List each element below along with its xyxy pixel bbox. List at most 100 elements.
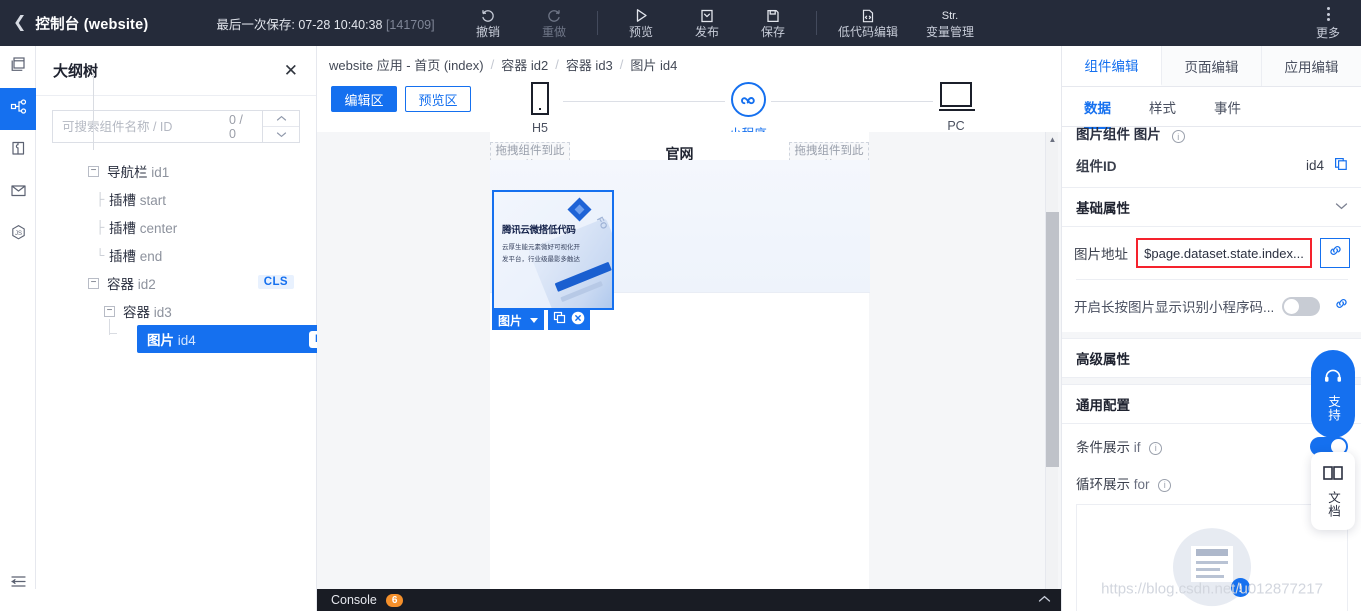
image-src-input[interactable]: $page.dataset.state.index...: [1136, 238, 1312, 268]
mode-buttons: 编辑区 预览区: [331, 86, 471, 112]
tree-branch-icon: ├: [95, 192, 105, 206]
undo-button[interactable]: 撤销: [455, 0, 521, 46]
breadcrumb-separator: /: [555, 56, 559, 72]
selected-component-label: 图片: [498, 313, 523, 328]
image-src-link-button[interactable]: [1320, 238, 1350, 268]
tree-item-label: 插槽 center: [109, 221, 178, 236]
save-icon: [765, 7, 781, 24]
tree-toggle-icon[interactable]: −: [104, 305, 115, 317]
loop-for-preview-box[interactable]: ! https://blog.csdn.net/u012877217: [1076, 504, 1348, 611]
chevron-down-icon[interactable]: [1335, 201, 1348, 213]
support-fab[interactable]: 支持: [1311, 350, 1355, 438]
tab-app-edit[interactable]: 应用编辑: [1262, 46, 1361, 86]
rail-item-outline-tree[interactable]: [0, 88, 36, 130]
selected-component-tag[interactable]: 图片: [492, 310, 545, 330]
search-input-wrapper[interactable]: 0 / 0: [52, 110, 262, 143]
tree-branch-icon: ├: [95, 220, 105, 234]
component-id-label: 组件ID: [1076, 159, 1117, 174]
tree-item-container-id2[interactable]: − 容器 id2 CLS: [36, 269, 316, 297]
container-id3[interactable]: FO 腾讯云微搭低代码 云厚生能元素微好可视化开发平台，行业级最影多触达 图片: [490, 160, 870, 330]
breadcrumb-item-image-id4[interactable]: 图片 id4: [630, 55, 677, 74]
redo-button[interactable]: 重做: [521, 0, 587, 46]
rail-item-js[interactable]: JS: [0, 214, 36, 256]
app-title: 控制台 (website): [35, 16, 149, 33]
link-icon: [1328, 243, 1343, 263]
console-bar[interactable]: Console 6: [317, 589, 1061, 611]
image-component-id4[interactable]: FO 腾讯云微搭低代码 云厚生能元素微好可视化开发平台，行业级最影多触达: [492, 190, 614, 310]
long-press-toggle[interactable]: [1282, 296, 1321, 316]
rail-item-dataset[interactable]: [0, 172, 36, 214]
lowcode-edit-label: 低代码编辑: [837, 25, 898, 39]
tree-toggle-icon[interactable]: −: [88, 277, 99, 289]
dataset-icon: [9, 181, 28, 205]
device-pc[interactable]: PC: [933, 82, 979, 133]
info-icon[interactable]: i: [1158, 478, 1172, 492]
preview-area-button[interactable]: 预览区: [405, 86, 471, 112]
variable-manage-button[interactable]: Str. 变量管理: [909, 0, 991, 46]
tab-page-edit[interactable]: 页面编辑: [1162, 46, 1262, 86]
more-button[interactable]: 更多: [1301, 0, 1355, 46]
component-type-label: 图片组件 图片: [1076, 127, 1161, 142]
device-h5[interactable]: H5: [517, 82, 563, 135]
subtab-data[interactable]: 数据: [1084, 97, 1111, 129]
copy-icon[interactable]: [553, 311, 566, 329]
docs-fab[interactable]: 文档: [1311, 452, 1355, 530]
tree-item-slot-start[interactable]: ├ 插槽 start: [36, 185, 316, 213]
chevron-down-icon[interactable]: [263, 126, 299, 142]
left-icon-rail: JS: [0, 46, 36, 611]
breadcrumb-item-app[interactable]: website 应用 - 首页 (index): [329, 55, 484, 74]
image-diamond-art: [567, 197, 592, 222]
info-icon[interactable]: i: [1149, 441, 1163, 455]
tree-item-label: 插槽 end: [109, 249, 163, 264]
rail-item-pages[interactable]: [0, 46, 36, 88]
info-icon[interactable]: i: [1171, 130, 1185, 143]
back-button[interactable]: ❮ 控制台 (website): [0, 0, 148, 46]
chevron-up-icon[interactable]: [263, 111, 299, 126]
tree-item-slot-center[interactable]: ├ 插槽 center: [36, 213, 316, 241]
copy-icon[interactable]: [1334, 157, 1348, 174]
tree-item-container-id3[interactable]: − 容器 id3: [36, 297, 316, 325]
tree-item-label: 插槽 start: [109, 193, 167, 208]
tree-item-slot-end[interactable]: └ 插槽 end: [36, 241, 316, 269]
section-common-label: 通用配置: [1076, 398, 1130, 413]
close-circle-icon[interactable]: [571, 311, 585, 330]
canvas-scrollbar[interactable]: ▲ ▼: [1045, 132, 1059, 611]
tree-item-label: 容器 id3: [123, 305, 172, 320]
save-button[interactable]: 保存: [740, 0, 806, 46]
tree-toggle-icon[interactable]: −: [88, 165, 99, 177]
breadcrumb-item-container-id2[interactable]: 容器 id2: [501, 55, 548, 74]
long-press-link-button[interactable]: [1328, 296, 1354, 316]
search-input[interactable]: [62, 119, 223, 134]
subtab-style[interactable]: 样式: [1149, 97, 1176, 117]
component-id-value: id4: [1305, 157, 1324, 173]
rail-item-components[interactable]: [0, 130, 36, 172]
scrollbar-thumb[interactable]: [1046, 212, 1059, 467]
preview-button[interactable]: 预览: [608, 0, 674, 46]
last-saved-id: [141709]: [385, 17, 435, 32]
caret-down-icon[interactable]: [530, 317, 539, 323]
miniprogram-icon: [730, 82, 766, 117]
tree-connector: [93, 74, 94, 150]
canvas-viewport: 拖拽组件到此处 官网 拖拽组件到此处 FO 腾讯云微搭低代码 云厚生能元素微好可…: [317, 132, 1061, 611]
tree-item-label: 容器 id2: [107, 277, 156, 292]
subtab-event[interactable]: 事件: [1214, 97, 1241, 117]
image-src-value: $page.dataset.state.index...: [1144, 245, 1304, 261]
triangle-up-icon[interactable]: ▲: [1046, 132, 1059, 146]
tab-component-edit[interactable]: 组件编辑: [1062, 46, 1162, 86]
publish-button[interactable]: 发布: [674, 0, 740, 46]
bottom-left-strip: [0, 589, 317, 611]
close-icon[interactable]: ✕: [284, 62, 298, 79]
page-canvas[interactable]: 拖拽组件到此处 官网 拖拽组件到此处 FO 腾讯云微搭低代码 云厚生能元素微好可…: [490, 132, 870, 611]
chevron-up-icon[interactable]: [1038, 595, 1051, 606]
link-icon: [1334, 296, 1349, 316]
edit-area-button[interactable]: 编辑区: [331, 86, 397, 112]
breadcrumb-item-container-id3[interactable]: 容器 id3: [566, 55, 613, 74]
phone-icon: [531, 82, 549, 115]
tree-item-image-id4[interactable]: 图片 id4 D: [137, 325, 339, 353]
outline-tree-panel: 大纲树 ✕ 0 / 0 − 导航栏 id: [36, 46, 339, 611]
variable-manage-label: 变量管理: [925, 25, 974, 39]
lowcode-edit-button[interactable]: 低代码编辑: [827, 0, 909, 46]
tree-item-navbar[interactable]: − 导航栏 id1: [36, 157, 316, 185]
section-basic-properties[interactable]: 基础属性: [1062, 187, 1361, 227]
image-src-label: 图片地址: [1074, 247, 1128, 262]
